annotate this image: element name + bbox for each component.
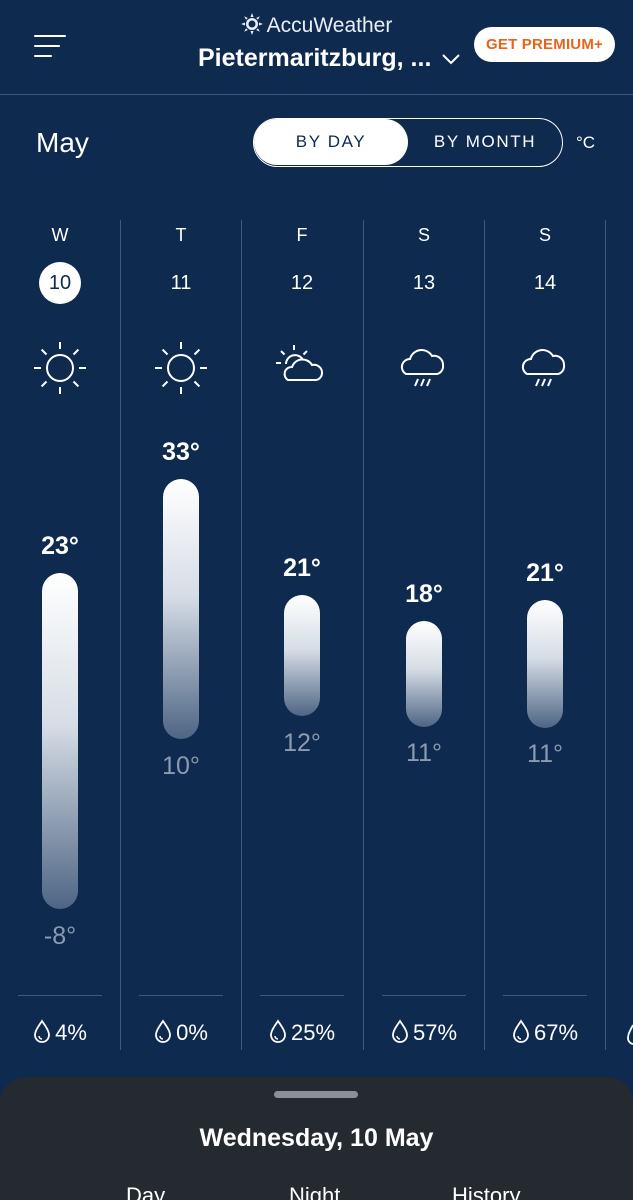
get-premium-button[interactable]: GET PREMIUM+ [474,27,615,62]
precip-value: 25% [290,1020,336,1045]
raindrop-icon [392,1019,408,1043]
tab-night[interactable]: Night [289,1183,340,1200]
day-of-week: S [538,225,551,245]
precipitation: 4% [0,1019,120,1046]
sunny-icon [155,342,207,394]
brand-name: AccuWeather [266,14,393,37]
day-of-week: T [175,225,187,245]
raindrop-icon [155,1019,171,1043]
day-column-wed[interactable]: W 10 23° -8° 4% [0,220,120,1050]
column-separator [18,995,102,996]
day-detail-sheet: Wednesday, 10 May Day Night History [0,1077,633,1200]
low-temp: 11° [527,740,563,768]
menu-icon [34,55,52,57]
temp-range-bar [284,595,320,716]
day-date: 14 [533,272,557,294]
column-separator [260,995,344,996]
day-column-fri[interactable]: F 12 21° 12° 25% [242,220,362,1050]
high-temp: 33° [162,438,200,466]
sheet-drag-handle[interactable] [274,1091,358,1098]
day-date: 12 [290,272,314,294]
day-column-sat[interactable]: S 13 18° 11° 57% [364,220,484,1050]
low-temp: 10° [162,752,200,780]
column-divider [605,220,606,1050]
partly-sunny-icon [276,345,324,381]
day-date: 11 [170,272,192,294]
precipitation: 0% [121,1019,241,1046]
precipitation: 57% [364,1019,484,1046]
temp-range-bar [42,573,78,909]
day-column-thu[interactable]: T 11 33° 10° 0% [121,220,241,1050]
column-separator [382,995,466,996]
tab-history[interactable]: History [452,1183,520,1200]
daily-forecast-grid: W 10 23° -8° 4% T 11 33° 10° 0% F 12 21°… [0,220,633,1050]
day-of-week: F [296,225,308,245]
low-temp: -8° [43,922,77,950]
raindrop-icon [270,1019,286,1043]
menu-icon [34,45,60,47]
location-name[interactable]: Pietermaritzburg, ... [198,44,431,73]
high-temp: 23° [41,532,79,560]
raindrop-icon [34,1019,50,1043]
column-separator [503,995,587,996]
temp-range-bar [163,479,199,739]
by-day-toggle[interactable]: BY DAY [254,119,408,165]
raindrop-icon [513,1019,529,1043]
temp-range-bar [527,600,563,728]
unit-toggle[interactable]: °C [576,133,595,153]
day-of-week: S [417,225,430,245]
precip-value: 0% [176,1020,208,1045]
day-column-sun[interactable]: S 14 21° 11° 67% [485,220,605,1050]
raindrop-icon [627,1024,633,1045]
high-temp: 21° [283,554,321,582]
precipitation: 67% [485,1019,605,1046]
view-toggle: BY DAY BY MONTH [253,118,563,167]
accuweather-sun-icon [240,13,263,35]
high-temp: 18° [405,580,443,608]
month-title: May [36,127,89,158]
low-temp: 11° [406,739,442,767]
by-month-toggle[interactable]: BY MONTH [408,119,562,165]
day-date: 10 [39,262,81,304]
sunny-icon [34,342,86,394]
column-separator [139,995,223,996]
chevron-down-icon[interactable] [440,52,462,66]
sheet-title: Wednesday, 10 May [199,1124,434,1152]
showers-icon [521,349,566,387]
showers-icon [400,349,445,387]
temp-range-bar [406,621,442,727]
high-temp: 21° [526,559,564,587]
precipitation: 25% [242,1019,362,1046]
tab-day[interactable]: Day [126,1183,165,1200]
precip-value: 4% [55,1020,87,1045]
app-header: AccuWeather Pietermaritzburg, ... GET PR… [0,0,633,95]
precip-value: 57% [412,1020,458,1045]
precip-value: 67% [533,1020,579,1045]
day-of-week: W [51,225,69,245]
day-date: 13 [412,272,436,294]
low-temp: 12° [283,729,321,757]
